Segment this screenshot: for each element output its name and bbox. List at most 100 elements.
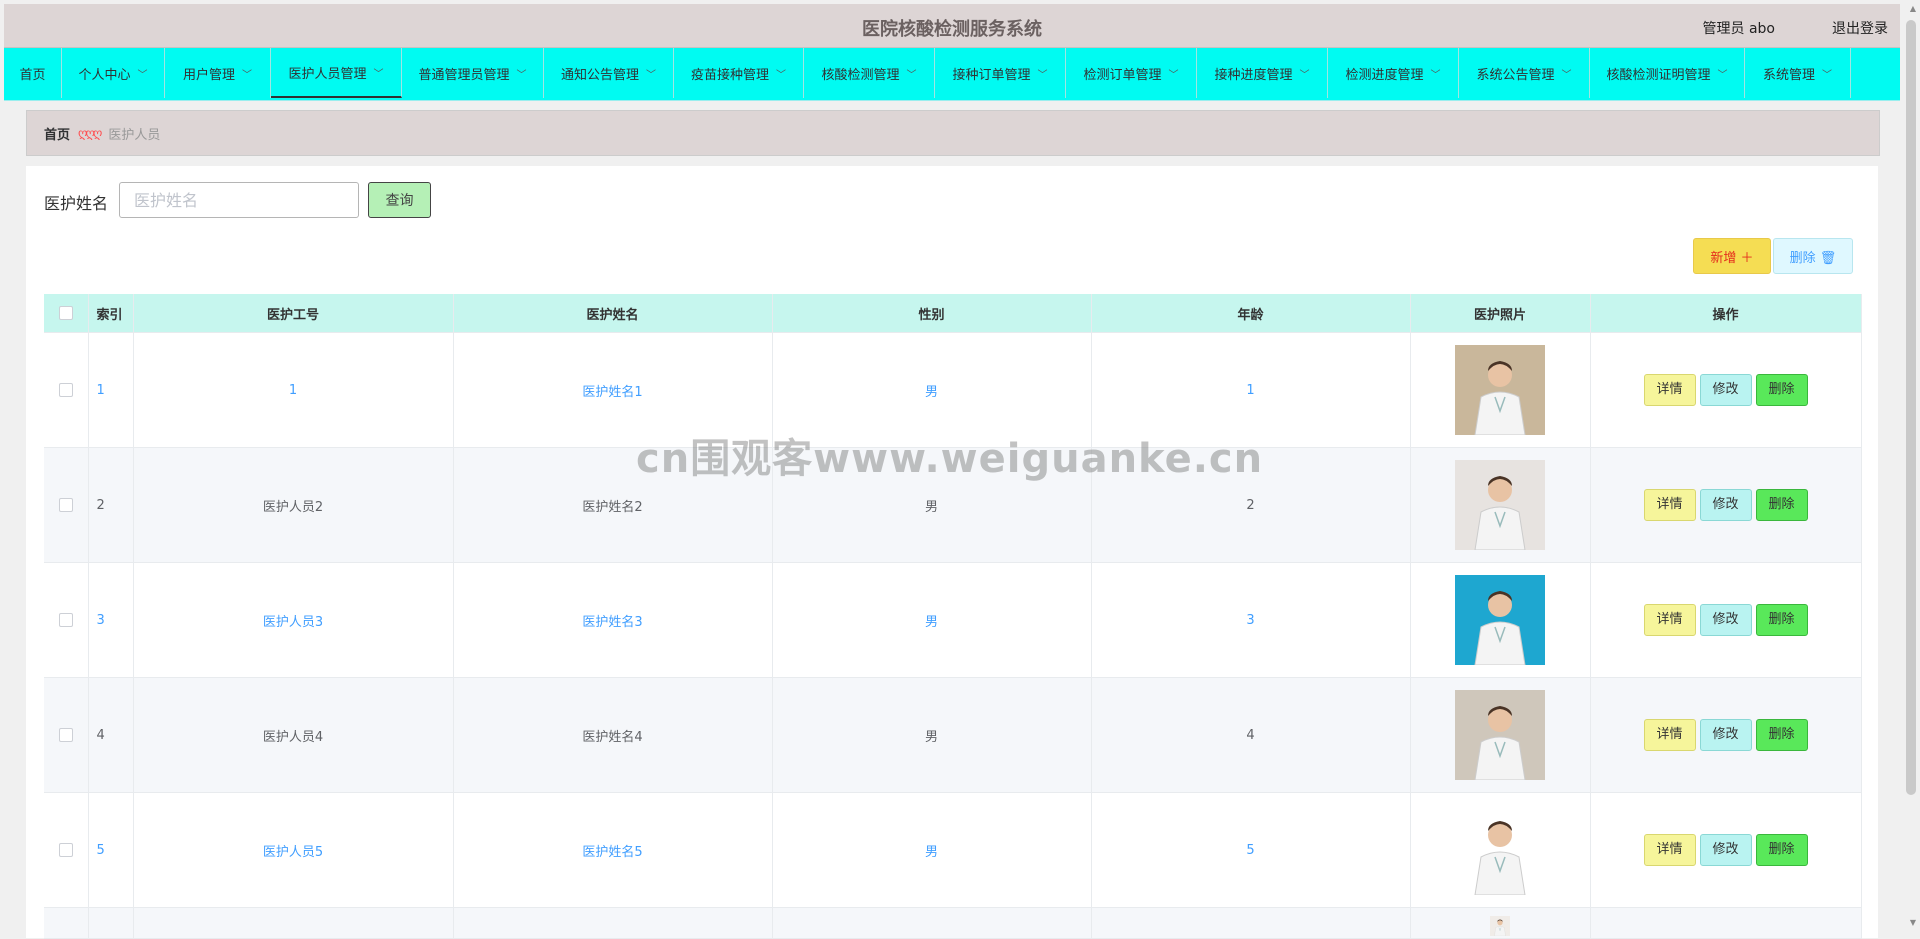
detail-button[interactable]: 详情 [1643,489,1696,521]
edit-button[interactable]: 修改 [1699,489,1752,521]
cell-gender: 男 [772,562,1092,678]
edit-button[interactable]: 修改 [1699,834,1752,866]
cell-age: 4 [1091,677,1411,793]
nav-item[interactable]: 核酸检测管理 ﹀ [804,48,935,98]
cell-photo [1410,447,1591,563]
nav-item[interactable]: 通知公告管理 ﹀ [544,48,674,98]
nav-item[interactable]: 首页 [4,48,62,98]
cell-age: 3 [1091,562,1411,678]
cell-staff-id: 医护人员5 [133,792,454,908]
nav-item[interactable]: 接种进度管理 ﹀ [1197,48,1328,98]
nav-item-label: 普通管理员管理 [418,67,510,83]
scroll-down-arrow-icon[interactable]: ▼ [1910,918,1916,927]
nav-item[interactable]: 医护人员管理 ﹀ [271,48,402,98]
scroll-up-arrow-icon[interactable]: ▲ [1910,4,1916,13]
nav-item[interactable]: 疫苗接种管理 ﹀ [674,48,804,98]
top-header: 医院核酸检测服务系统 管理员 abo 退出登录 [4,4,1900,48]
table-cell [453,907,773,939]
table-row[interactable] [44,907,1862,939]
delete-button[interactable]: 删除 [1755,834,1808,866]
chevron-down-icon: ﹀ [1299,69,1310,81]
detail-button[interactable]: 详情 [1643,834,1696,866]
nav-item[interactable]: 检测订单管理 ﹀ [1066,48,1197,98]
chevron-down-icon: ﹀ [516,69,527,81]
column-header: 年龄 [1091,294,1411,333]
current-user-label: 管理员 abo [1702,21,1775,37]
cell-index: 2 [88,447,134,563]
row-select-cell [44,447,89,563]
main-nav: 首页 个人中心 ﹀ 用户管理 ﹀ 医护人员管理 ﹀ 普通管理员管理 ﹀ 通知公告管理 ﹀ 疫苗接种管理… [4,48,1900,101]
cell-gender: 男 [772,677,1092,793]
breadcrumb-current: 医护人员 [108,127,161,143]
nav-item[interactable]: 普通管理员管理 ﹀ [402,48,544,98]
chevron-down-icon: ﹀ [137,69,148,81]
cell-operations: 详情 修改 删除 [1590,677,1862,793]
cell-operations: 详情 修改 删除 [1590,562,1862,678]
breadcrumb-home[interactable]: 首页 [44,124,70,143]
search-button[interactable]: 查询 [368,182,431,218]
chevron-down-icon: ﹀ [646,69,656,81]
staff-photo [1455,805,1545,895]
nav-item[interactable]: 核酸检测证明管理 ﹀ [1590,48,1745,98]
staff-photo [1490,916,1510,936]
edit-button[interactable]: 修改 [1699,604,1752,636]
cell-photo [1410,677,1591,793]
cell-index: 5 [88,792,134,908]
row-checkbox[interactable] [58,498,73,512]
row-checkbox[interactable] [58,843,73,857]
row-checkbox[interactable] [58,613,73,627]
page-scrollbar[interactable] [1906,20,1916,795]
chevron-down-icon: ﹀ [242,69,252,81]
row-checkbox[interactable] [58,383,73,397]
table-row[interactable]: 3 医护人员3 医护姓名3 男 3 详情 修改 删除 [44,562,1862,678]
nav-item[interactable]: 系统管理 ﹀ [1745,48,1851,98]
edit-button[interactable]: 修改 [1699,374,1752,406]
content-panel: 医护姓名 查询 新增 ＋ 删除 🗑 索引 医护工号 医护姓名 性别 年龄 医护照… [26,166,1878,939]
chevron-down-icon: ﹀ [1168,69,1179,81]
cell-staff-id: 医护人员3 [133,562,454,678]
edit-button[interactable]: 修改 [1699,719,1752,751]
row-select-cell [44,677,89,793]
cell-index: 1 [88,332,134,448]
column-header: 性别 [772,294,1092,333]
delete-button[interactable]: 删除 [1755,489,1808,521]
delete-button[interactable]: 删除 [1755,719,1808,751]
breadcrumb-separator: ღღღ [78,126,102,140]
table-row[interactable]: 5 医护人员5 医护姓名5 男 5 详情 修改 删除 [44,792,1862,908]
cell-name: 医护姓名5 [453,792,773,908]
cell-name: 医护姓名4 [453,677,773,793]
nav-item-label: 首页 [19,67,46,83]
logout-link[interactable]: 退出登录 [1832,18,1888,38]
chevron-down-icon: ﹀ [1717,69,1728,81]
cell-name: 医护姓名3 [453,562,773,678]
cell-operations: 详情 修改 删除 [1590,332,1862,448]
detail-button[interactable]: 详情 [1643,719,1696,751]
nav-item-label: 个人中心 [78,67,131,83]
delete-button[interactable]: 删除 [1755,374,1808,406]
chevron-down-icon: ﹀ [373,68,384,80]
cell-gender: 男 [772,792,1092,908]
detail-button[interactable]: 详情 [1643,604,1696,636]
delete-button[interactable]: 删除 [1755,604,1808,636]
staff-table: 索引 医护工号 医护姓名 性别 年龄 医护照片 操作 1 1 医护姓名1 男 1 详情 修改… [44,294,1862,939]
cell-operations: 详情 修改 删除 [1590,447,1862,563]
nav-item[interactable]: 检测进度管理 ﹀ [1328,48,1459,98]
batch-delete-button[interactable]: 删除 🗑 [1773,238,1853,274]
nav-item[interactable]: 用户管理 ﹀ [165,48,271,98]
nav-item[interactable]: 系统公告管理 ﹀ [1459,48,1590,98]
row-select-cell [44,562,89,678]
nav-item-label: 检测进度管理 [1345,67,1424,83]
nav-item-label: 医护人员管理 [288,66,367,82]
row-checkbox[interactable] [58,728,73,742]
search-input[interactable] [119,182,359,218]
detail-button[interactable]: 详情 [1643,374,1696,406]
table-cell [772,907,1092,939]
cell-photo [1410,562,1591,678]
nav-item[interactable]: 接种订单管理 ﹀ [935,48,1066,98]
staff-photo [1455,345,1545,435]
cell-photo [1410,907,1591,939]
select-all-checkbox[interactable] [58,306,73,320]
table-row[interactable]: 4 医护人员4 医护姓名4 男 4 详情 修改 删除 [44,677,1862,793]
nav-item[interactable]: 个人中心 ﹀ [62,48,165,98]
add-button[interactable]: 新增 ＋ [1693,238,1771,274]
